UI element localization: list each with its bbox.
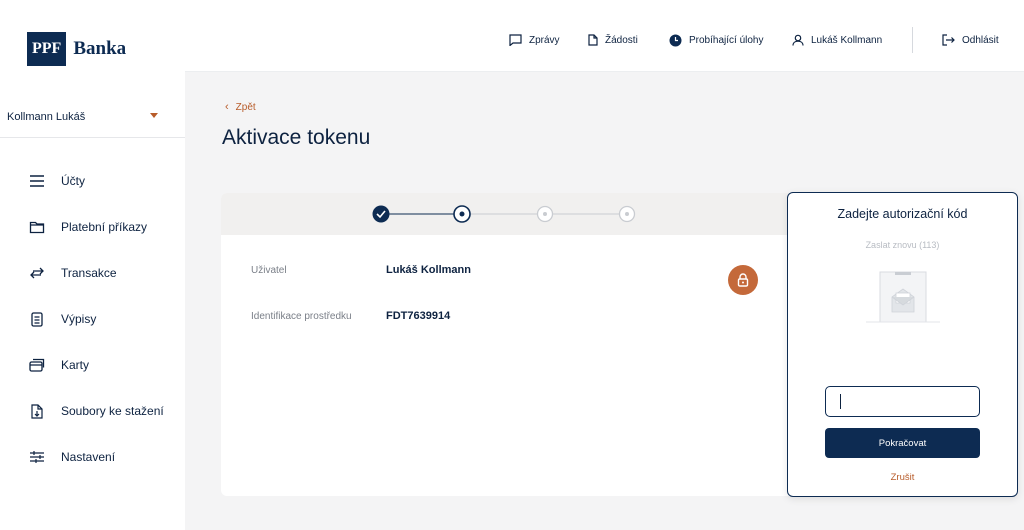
- stepper: [221, 193, 795, 235]
- step-1-completed: [372, 205, 390, 223]
- user-icon: [792, 34, 804, 46]
- requests-label: Žádosti: [605, 34, 638, 46]
- account-owner-select[interactable]: Kollmann Lukáš: [0, 96, 185, 138]
- sidebar-item-label: Výpisy: [61, 312, 97, 326]
- step-2-current: [453, 205, 471, 223]
- page-title: Aktivace tokenu: [222, 126, 371, 149]
- user-field-value: Lukáš Kollmann: [386, 264, 471, 276]
- user-name-label: Lukáš Kollmann: [811, 34, 883, 46]
- logout-link[interactable]: Odhlásit: [942, 34, 999, 46]
- device-id-label: Identifikace prostředku: [251, 311, 352, 322]
- stepper-graphic: [372, 205, 636, 223]
- sidebar-item-accounts[interactable]: Účty: [0, 158, 185, 204]
- logo-box: PPF: [27, 31, 67, 66]
- device-id-value: FDT7639914: [386, 310, 451, 322]
- logo-text: Banka: [73, 37, 127, 59]
- menu-lines-icon: [27, 171, 47, 191]
- sidebar-item-label: Platební příkazy: [61, 220, 148, 234]
- file-download-icon: [27, 401, 47, 421]
- sidebar-item-cards[interactable]: Karty: [0, 342, 185, 388]
- cards-icon: [27, 355, 47, 375]
- back-link[interactable]: ‹ Zpět: [225, 101, 256, 113]
- sidebar-item-label: Transakce: [61, 266, 117, 280]
- authorization-code-input[interactable]: [825, 386, 980, 417]
- sidebar-item-transactions[interactable]: Transakce: [0, 250, 185, 296]
- sidebar-item-label: Účty: [61, 174, 85, 188]
- step-3: [536, 205, 554, 223]
- user-profile-link[interactable]: Lukáš Kollmann: [792, 34, 882, 46]
- continue-button[interactable]: Pokračovat: [825, 428, 980, 458]
- chat-icon: [509, 34, 522, 46]
- sidebar-item-payment-orders[interactable]: Platební příkazy: [0, 204, 185, 250]
- sidebar-item-label: Nastavení: [61, 450, 116, 464]
- sidebar-nav: Účty Platební příkazy Transakce Výpisy K…: [0, 158, 185, 480]
- running-tasks-link[interactable]: Probíhající úlohy: [669, 34, 764, 47]
- resend-code-link[interactable]: Zaslat znovu (113): [788, 240, 1017, 250]
- sidebar-item-label: Soubory ke stažení: [61, 404, 164, 418]
- account-owner-label: Kollmann Lukáš: [7, 110, 86, 123]
- user-field-label: Uživatel: [251, 265, 287, 276]
- envelope-icon: [866, 271, 940, 323]
- sliders-icon: [27, 447, 47, 467]
- sidebar-item-label: Karty: [61, 358, 90, 372]
- requests-link[interactable]: Žádosti: [588, 34, 638, 46]
- back-label: Zpět: [235, 101, 256, 113]
- sidebar-item-statements[interactable]: Výpisy: [0, 296, 185, 342]
- ppf-banka-logo[interactable]: PPF Banka: [27, 30, 126, 67]
- sidebar-item-settings[interactable]: Nastavení: [0, 434, 185, 480]
- running-tasks-label: Probíhající úlohy: [689, 35, 764, 46]
- sidebar-item-downloads[interactable]: Soubory ke stažení: [0, 388, 185, 434]
- clock-icon: [669, 34, 682, 47]
- top-bar: Zprávy Žádosti Probíhající úlohy Lukáš K…: [185, 0, 1024, 72]
- document-icon: [27, 309, 47, 329]
- caret-down-icon: [150, 113, 158, 118]
- lock-icon: [728, 265, 758, 295]
- messages-link[interactable]: Zprávy: [509, 34, 560, 46]
- authorization-panel: Zadejte autorizační kód Zaslat znovu (11…: [787, 192, 1018, 497]
- folder-icon: [27, 217, 47, 237]
- topbar-divider: [912, 27, 913, 53]
- chevron-left-icon: ‹: [225, 101, 229, 113]
- logout-label: Odhlásit: [962, 34, 999, 46]
- logout-icon: [942, 34, 955, 46]
- file-icon: [588, 34, 598, 46]
- transfer-arrows-icon: [27, 263, 47, 283]
- text-cursor: [840, 394, 841, 409]
- sidebar: PPF Banka Kollmann Lukáš Účty Platební p…: [0, 0, 185, 530]
- cancel-button[interactable]: Zrušit: [788, 472, 1017, 483]
- token-activation-card: Uživatel Lukáš Kollmann Identifikace pro…: [221, 193, 795, 496]
- step-4: [618, 205, 636, 223]
- authorization-title: Zadejte autorizační kód: [837, 207, 968, 221]
- messages-label: Zprávy: [529, 34, 560, 46]
